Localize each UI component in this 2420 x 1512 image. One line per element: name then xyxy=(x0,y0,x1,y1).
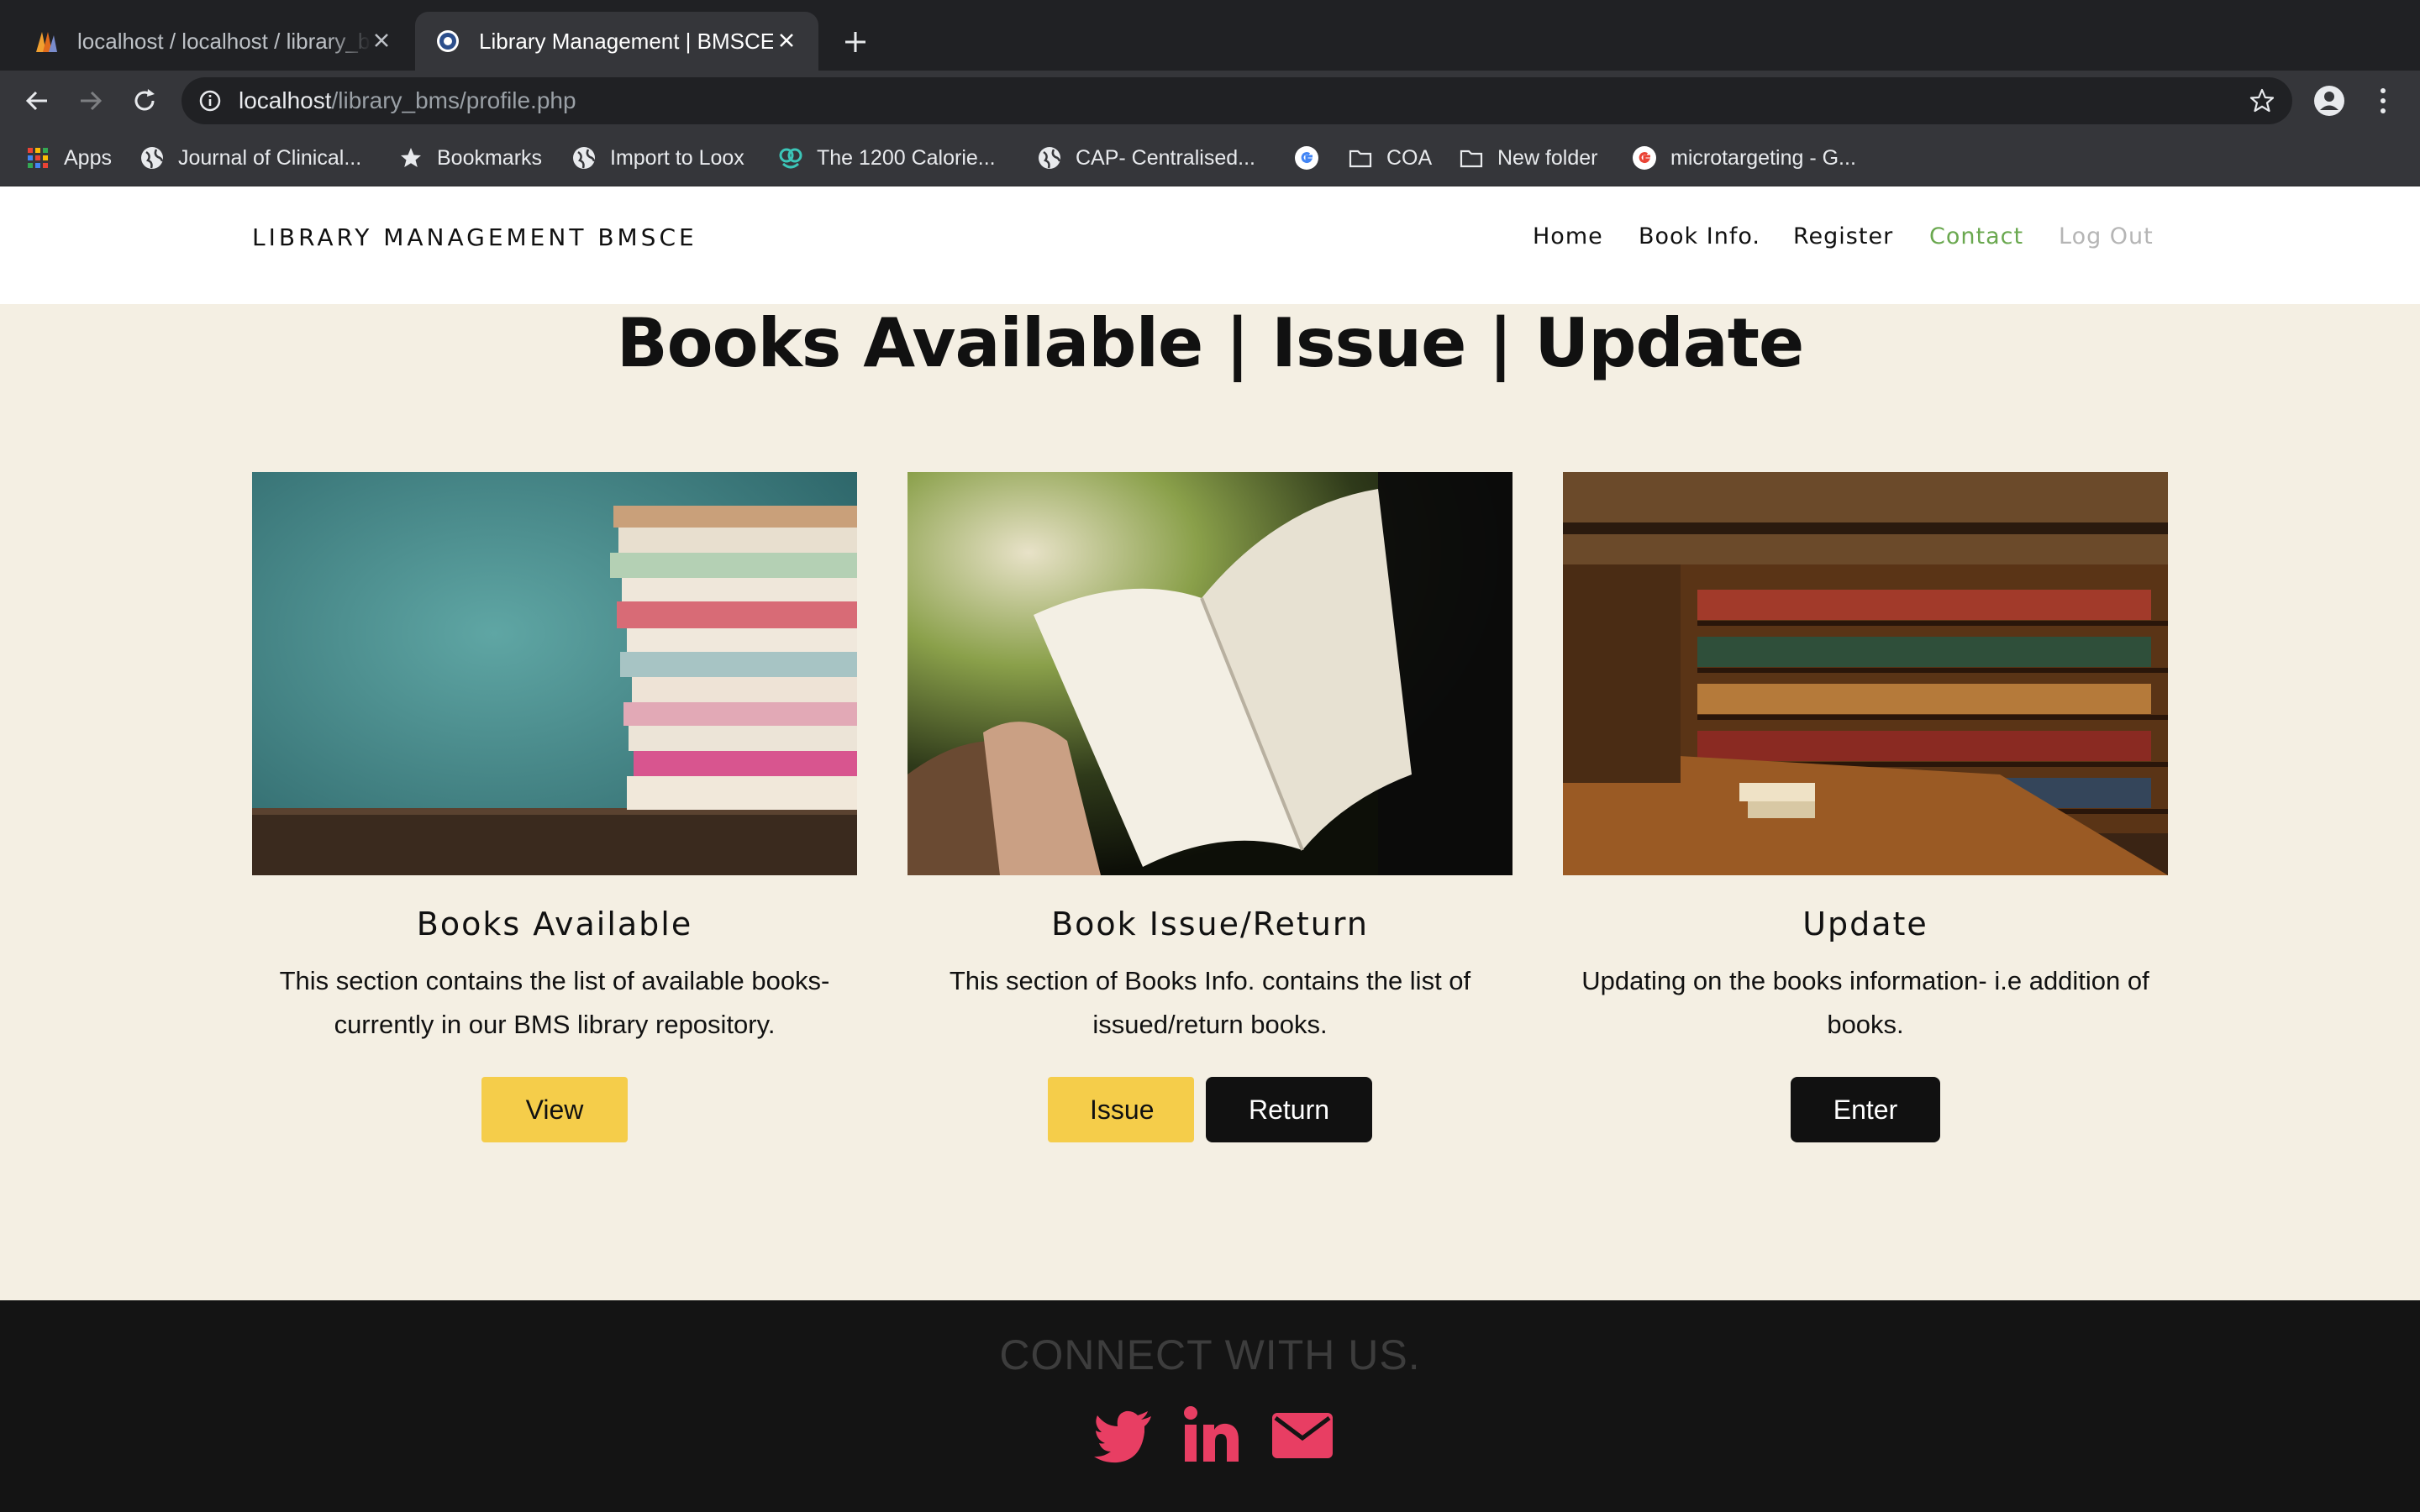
card-title: Book Issue/Return xyxy=(1051,906,1369,942)
tab-title: localhost / localhost / library_bms xyxy=(77,28,371,54)
footer-title: CONNECT WITH US. xyxy=(999,1331,1421,1378)
site-icon xyxy=(779,148,802,169)
browser-toolbar: localhost/library_bms/profile.php xyxy=(0,71,2420,129)
nav-register[interactable]: Register xyxy=(1793,223,1893,249)
issue-button[interactable]: Issue xyxy=(1048,1077,1194,1142)
phpmyadmin-favicon-icon xyxy=(36,32,57,52)
bookmark-journal-of-clinical[interactable]: Journal of Clinical... xyxy=(139,143,361,173)
bookmark-cap-centralised[interactable]: CAP- Centralised... xyxy=(1037,143,1255,173)
bookmark-1200-calorie[interactable]: The 1200 Calorie... xyxy=(778,143,996,173)
card-update: Update Updating on the books information… xyxy=(1563,472,2168,1142)
reload-icon[interactable] xyxy=(129,86,160,116)
view-button[interactable]: View xyxy=(481,1077,628,1142)
bookmark-star-icon[interactable] xyxy=(2249,87,2275,114)
browser-tab-strip: localhost / localhost / library_bms Libr… xyxy=(0,0,2420,71)
card-title: Books Available xyxy=(416,906,693,942)
enter-button[interactable]: Enter xyxy=(1791,1077,1940,1142)
bookmark-folder-coa[interactable]: COA xyxy=(1348,143,1432,173)
globe-icon xyxy=(141,147,164,169)
back-arrow-icon[interactable] xyxy=(22,86,52,116)
bookmarks-bar: Apps Journal of Clinical... Bookmarks Im… xyxy=(0,129,2420,186)
bookmark-microtargeting[interactable]: microtargeting - G... xyxy=(1632,143,1856,173)
card-description: This section contains the list of availa… xyxy=(279,966,830,1039)
linkedin-icon[interactable] xyxy=(1180,1403,1244,1467)
star-icon xyxy=(401,148,421,167)
new-tab-plus-icon[interactable] xyxy=(839,25,872,59)
folder-icon xyxy=(1349,150,1372,168)
reading-book-image xyxy=(908,472,1512,875)
close-tab-icon[interactable] xyxy=(775,29,798,52)
card-book-issue-return: Book Issue/Return This section of Books … xyxy=(908,472,1512,1142)
page-title: Books Available | Issue | Update xyxy=(616,304,1805,382)
tab-phpmyadmin[interactable]: localhost / localhost / library_bms xyxy=(0,12,413,71)
return-button[interactable]: Return xyxy=(1206,1077,1372,1142)
google-icon xyxy=(1295,146,1318,170)
url-text[interactable]: localhost/library_bms/profile.php xyxy=(239,87,576,114)
bookmark-folder-new-folder[interactable]: New folder xyxy=(1459,143,1598,173)
stack-of-books-image xyxy=(252,472,857,875)
main-content: Books Available | Issue | Update Books A… xyxy=(0,304,2420,1300)
profile-avatar-icon[interactable] xyxy=(2312,84,2346,118)
nav-home[interactable]: Home xyxy=(1533,223,1603,249)
nav-contact[interactable]: Contact xyxy=(1929,223,2023,249)
apps-grid-icon xyxy=(28,148,48,168)
nav-book-info[interactable]: Book Info. xyxy=(1639,223,1760,249)
browser-menu-kebab-icon[interactable] xyxy=(2373,86,2393,116)
bookmark-google[interactable] xyxy=(1294,143,1333,173)
library-shelves-image xyxy=(1563,472,2168,875)
folder-icon xyxy=(1460,150,1483,168)
globe-icon xyxy=(1039,147,1061,169)
google-icon xyxy=(1633,146,1656,170)
card-books-available: Books Available This section contains th… xyxy=(252,472,857,1142)
site-header: LIBRARY MANAGEMENT BMSCE Home Book Info.… xyxy=(0,186,2420,304)
site-footer: CONNECT WITH US. xyxy=(0,1300,2420,1512)
tab-library-management[interactable]: Library Management | BMSCE xyxy=(415,12,818,71)
card-description: This section of Books Info. contains the… xyxy=(949,966,1471,1039)
bookmark-apps[interactable]: Apps xyxy=(25,143,112,173)
email-icon[interactable] xyxy=(1270,1403,1334,1467)
card-description: Updating on the books information- i.e a… xyxy=(1581,966,2149,1039)
bookmark-bookmarks[interactable]: Bookmarks xyxy=(398,143,542,173)
bookmark-import-to-loox[interactable]: Import to Loox xyxy=(571,143,744,173)
twitter-icon[interactable] xyxy=(1092,1403,1156,1467)
site-brand[interactable]: LIBRARY MANAGEMENT BMSCE xyxy=(252,223,697,251)
close-tab-icon[interactable] xyxy=(370,29,393,52)
nav-log-out[interactable]: Log Out xyxy=(2059,223,2154,249)
site-info-icon[interactable] xyxy=(198,89,222,113)
bmsce-favicon-icon xyxy=(437,30,459,52)
globe-icon xyxy=(573,147,596,169)
address-bar[interactable]: localhost/library_bms/profile.php xyxy=(182,77,2292,124)
forward-arrow-icon[interactable] xyxy=(76,86,106,116)
tab-title: Library Management | BMSCE xyxy=(479,28,773,54)
card-title: Update xyxy=(1802,906,1928,942)
